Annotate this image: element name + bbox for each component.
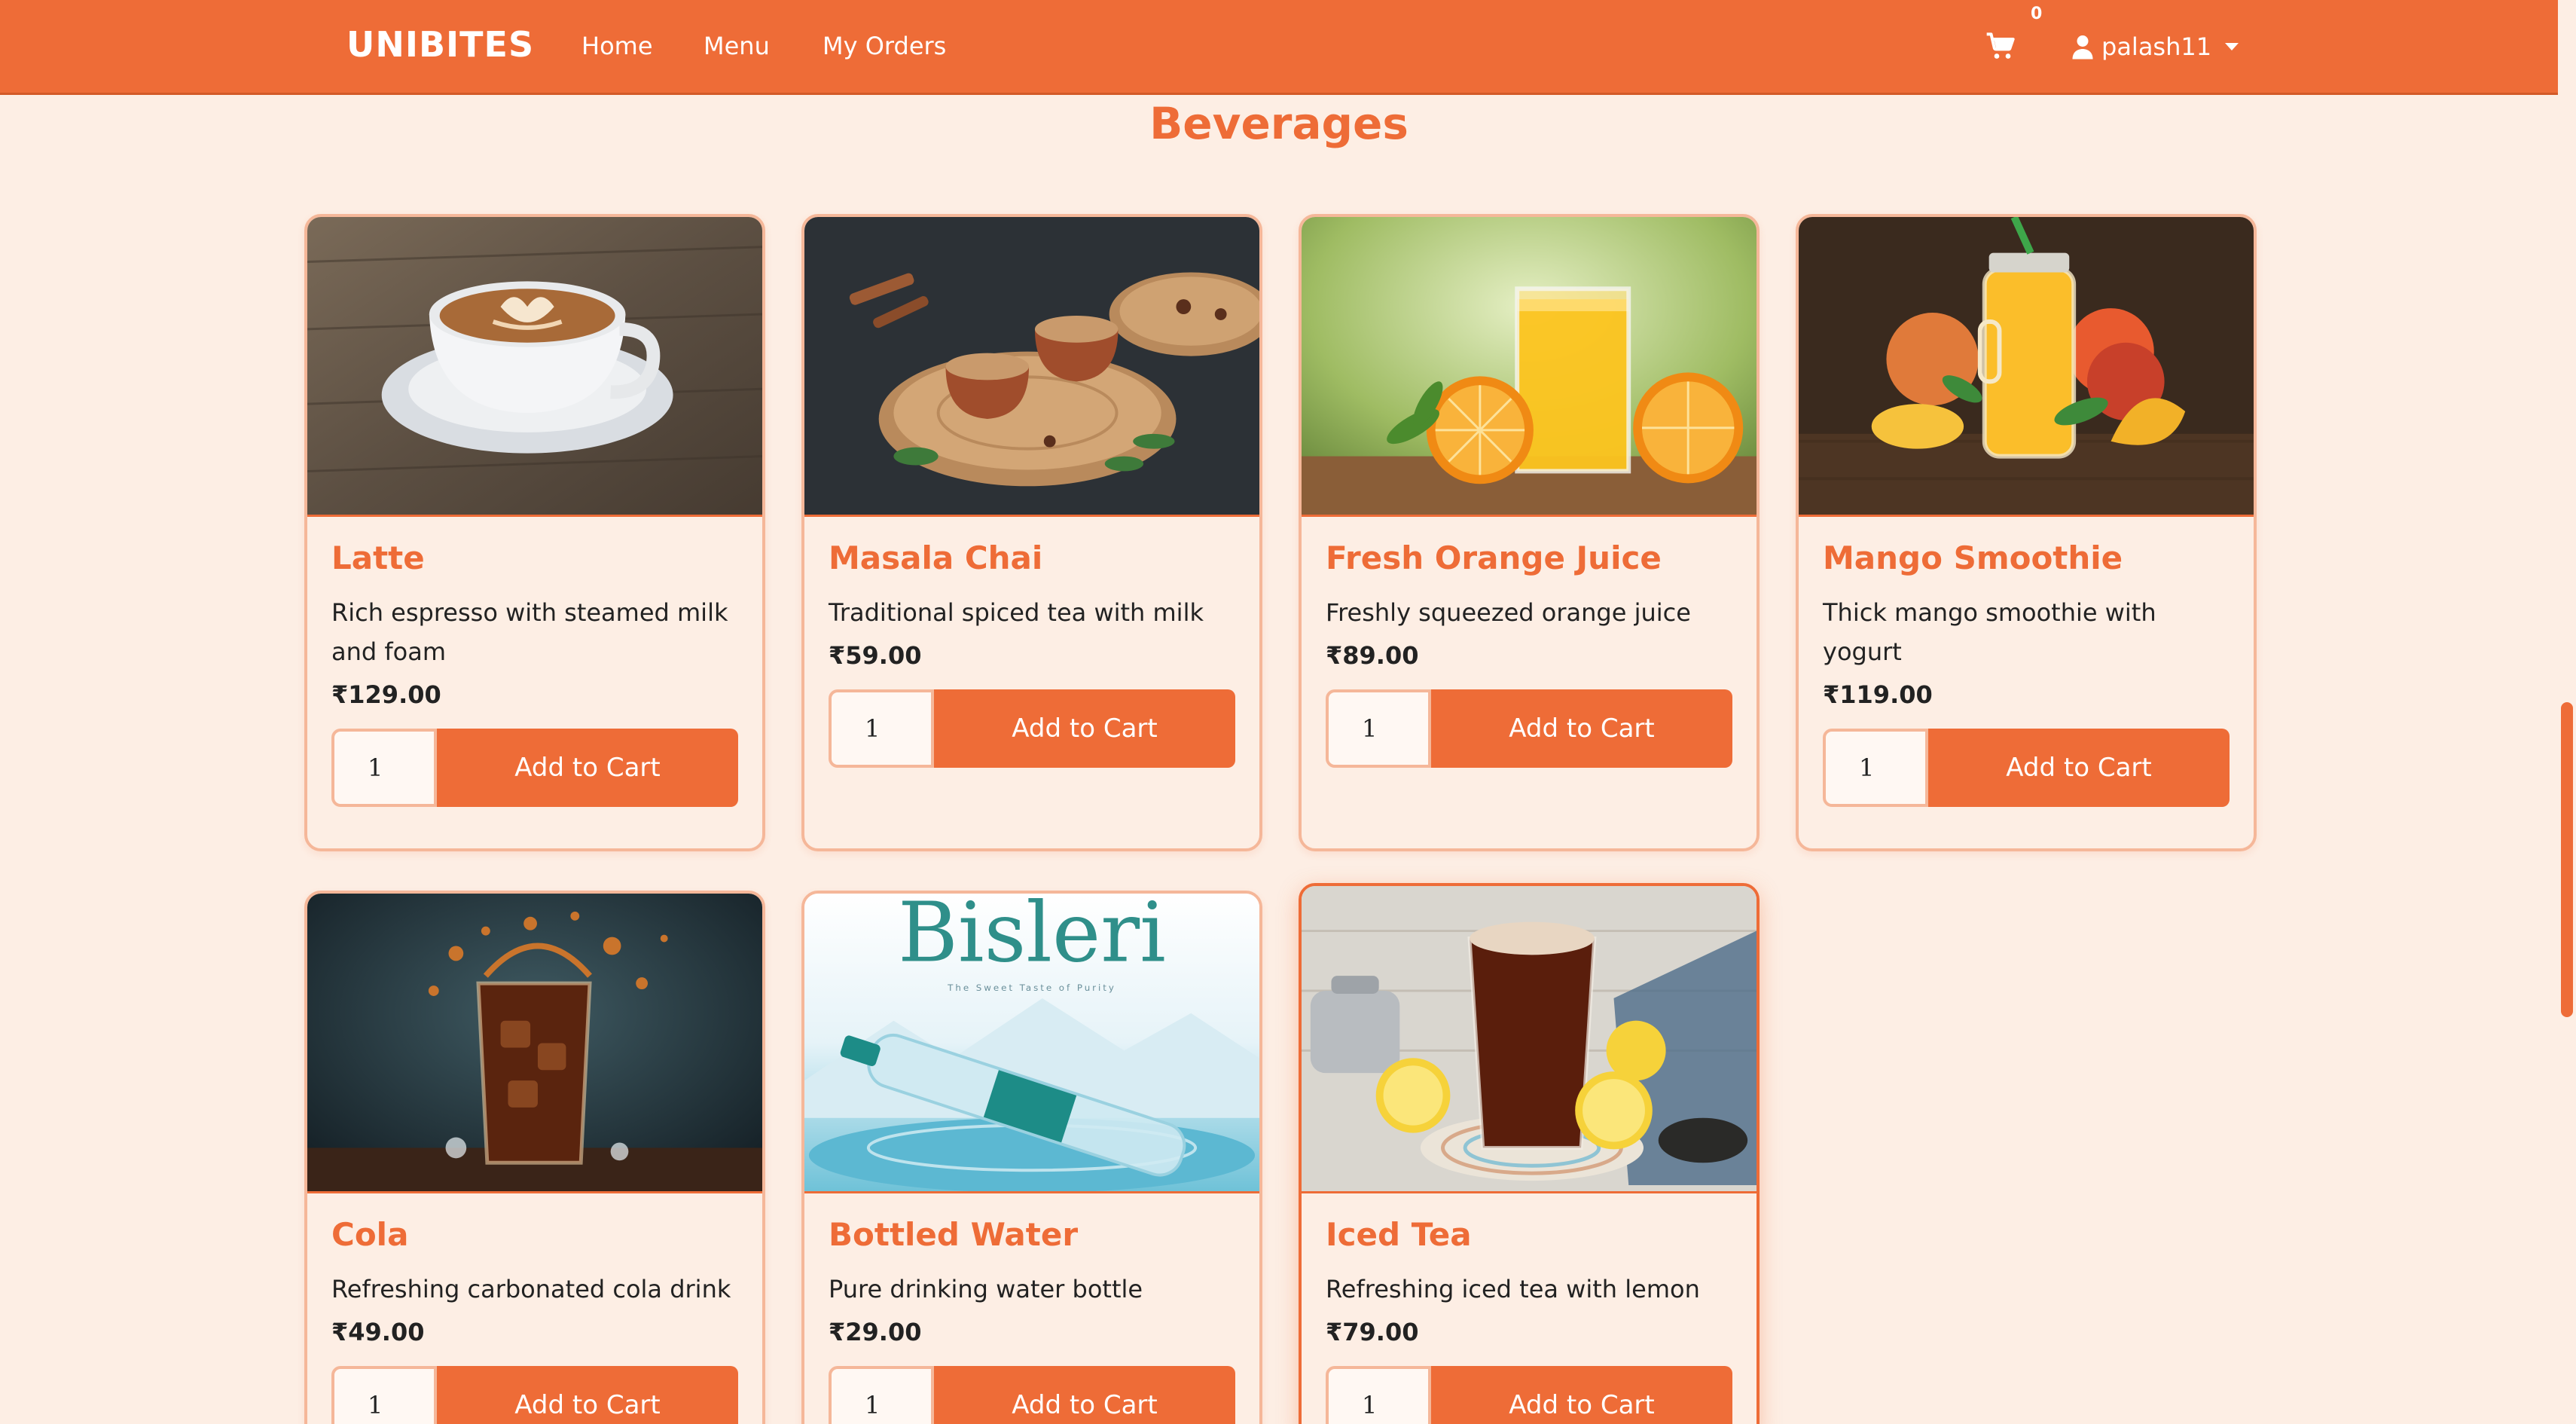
product-description: Freshly squeezed orange juice: [1326, 598, 1691, 627]
navbar: UNIBITES Home Menu My Orders 0 palash11: [0, 0, 2558, 95]
bisleri-logo-text: Bisleri: [898, 894, 1166, 980]
user-name: palash11: [2101, 32, 2212, 61]
add-to-cart-button[interactable]: Add to Cart: [1431, 689, 1732, 768]
product-image-latte: [307, 217, 762, 517]
cart-count-badge: 0: [2031, 5, 2043, 23]
quantity-input[interactable]: [829, 689, 934, 768]
product-name: Fresh Orange Juice: [1326, 539, 1662, 576]
product-image-cola: [307, 894, 762, 1193]
bisleri-tagline-text: The Sweet Taste of Purity: [947, 982, 1116, 993]
product-price: ₹129.00: [331, 680, 441, 709]
add-to-cart-button[interactable]: Add to Cart: [934, 1366, 1235, 1424]
product-description: Refreshing carbonated cola drink: [331, 1275, 731, 1303]
product-name: Cola: [331, 1216, 409, 1253]
quantity-input[interactable]: [829, 1366, 934, 1424]
product-description: Traditional spiced tea with milk: [829, 598, 1204, 627]
product-card-iced-tea: Iced Tea Refreshing iced tea with lemon …: [1299, 883, 1760, 1424]
product-image-mango-smoothie: [1799, 217, 2254, 517]
product-price: ₹79.00: [1326, 1318, 1419, 1346]
product-image-iced-tea: [1302, 886, 1757, 1193]
section-title: Beverages: [1149, 98, 1409, 149]
product-card-fresh-orange-juice: Fresh Orange Juice Freshly squeezed oran…: [1299, 214, 1760, 851]
add-to-cart-button[interactable]: Add to Cart: [1431, 1366, 1732, 1424]
add-to-cart-button[interactable]: Add to Cart: [934, 689, 1235, 768]
chevron-down-icon: [2225, 43, 2239, 50]
product-price: ₹59.00: [829, 641, 922, 670]
add-to-cart-button[interactable]: Add to Cart: [437, 1366, 738, 1424]
product-card-mango-smoothie: Mango Smoothie Thick mango smoothie with…: [1796, 214, 2257, 851]
product-name: Iced Tea: [1326, 1216, 1472, 1253]
product-description: Pure drinking water bottle: [829, 1275, 1143, 1303]
product-name: Masala Chai: [829, 539, 1043, 576]
product-description: Refreshing iced tea with lemon: [1326, 1275, 1700, 1303]
product-image-fresh-orange-juice: [1302, 217, 1757, 517]
scrollbar-thumb[interactable]: [2561, 702, 2573, 1017]
product-price: ₹49.00: [331, 1318, 425, 1346]
product-name: Mango Smoothie: [1823, 539, 2123, 576]
brand-logo[interactable]: UNIBITES: [346, 24, 534, 65]
product-description: Thick mango smoothie with yogurt: [1823, 598, 2156, 666]
nav-link-my-orders[interactable]: My Orders: [823, 32, 946, 60]
product-image-masala-chai: [804, 217, 1259, 517]
quantity-input[interactable]: [1326, 689, 1431, 768]
user-menu[interactable]: palash11: [2071, 30, 2239, 63]
product-card-masala-chai: Masala Chai Traditional spiced tea with …: [801, 214, 1262, 851]
product-image-bottled-water: Bisleri The Sweet Taste of Purity: [804, 894, 1259, 1193]
product-name: Latte: [331, 539, 425, 576]
nav-link-menu[interactable]: Menu: [704, 32, 770, 60]
quantity-input[interactable]: [1823, 729, 1928, 807]
product-description: Rich espresso with steamed milk and foam: [331, 598, 728, 666]
product-price: ₹119.00: [1823, 680, 1933, 709]
add-to-cart-button[interactable]: Add to Cart: [1928, 729, 2230, 807]
quantity-input[interactable]: [1326, 1366, 1431, 1424]
quantity-input[interactable]: [331, 729, 437, 807]
quantity-input[interactable]: [331, 1366, 437, 1424]
product-name: Bottled Water: [829, 1216, 1079, 1253]
nav-link-home[interactable]: Home: [581, 32, 653, 60]
product-card-bottled-water: Bisleri The Sweet Taste of Purity Bottle…: [801, 891, 1262, 1424]
product-card-cola: Cola Refreshing carbonated cola drink ₹4…: [304, 891, 765, 1424]
cart-icon[interactable]: [1985, 32, 2016, 62]
product-card-latte: Latte Rich espresso with steamed milk an…: [304, 214, 765, 851]
product-price: ₹89.00: [1326, 641, 1419, 670]
user-icon: [2072, 35, 2093, 60]
add-to-cart-button[interactable]: Add to Cart: [437, 729, 738, 807]
product-price: ₹29.00: [829, 1318, 922, 1346]
